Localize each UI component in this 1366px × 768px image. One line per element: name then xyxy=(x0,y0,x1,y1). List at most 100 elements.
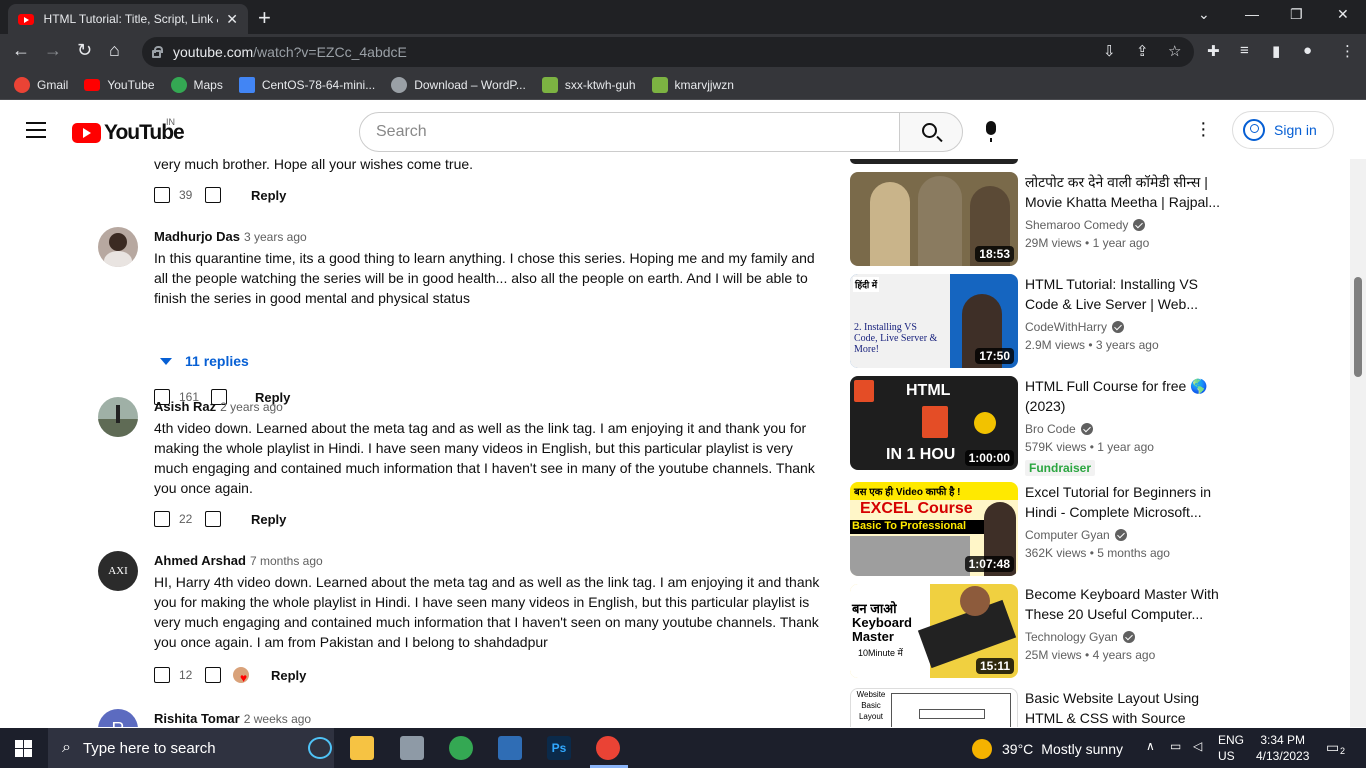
avatar[interactable]: R xyxy=(98,709,138,727)
channel-name[interactable]: Technology Gyan xyxy=(1025,630,1135,644)
video-thumbnail[interactable]: हिंदी में 2. Installing VS Code, Live Se… xyxy=(850,274,1018,368)
hamburger-menu-icon[interactable] xyxy=(26,122,46,138)
minimize-icon[interactable]: — xyxy=(1245,6,1259,22)
forward-icon[interactable]: → xyxy=(44,40,62,61)
reply-button[interactable]: Reply xyxy=(251,512,286,527)
dislike-icon[interactable] xyxy=(205,511,221,527)
bookmark-meet-2[interactable]: kmarvjjwzn xyxy=(651,76,734,93)
profile-icon[interactable]: ● xyxy=(1303,42,1312,59)
bookmark-wordpress[interactable]: Download – WordP... xyxy=(391,76,526,93)
video-thumbnail[interactable]: 18:53 xyxy=(850,172,1018,266)
like-icon[interactable] xyxy=(154,187,170,203)
scrollbar-thumb[interactable] xyxy=(1354,277,1362,377)
tab-search-icon[interactable]: ⌄ xyxy=(1198,6,1210,23)
restore-icon[interactable]: ❐ xyxy=(1290,6,1303,23)
bookmark-meet-1[interactable]: sxx-ktwh-guh xyxy=(541,76,636,93)
video-title[interactable]: Become Keyboard Master With These 20 Use… xyxy=(1025,584,1225,624)
system-clock[interactable]: 3:34 PM 4/13/2023 xyxy=(1256,732,1309,764)
like-icon[interactable] xyxy=(154,667,170,683)
lock-icon[interactable] xyxy=(152,46,163,58)
avatar[interactable]: AXI xyxy=(98,551,138,591)
search-button[interactable] xyxy=(899,112,963,152)
video-title[interactable]: Basic Website Layout Using HTML & CSS wi… xyxy=(1025,688,1225,727)
language-indicator[interactable]: ENG US xyxy=(1218,732,1244,764)
avatar[interactable] xyxy=(98,227,138,267)
video-title[interactable]: Excel Tutorial for Beginners in Hindi - … xyxy=(1025,482,1225,522)
comment-time[interactable]: 2 years ago xyxy=(220,400,283,414)
video-title[interactable]: लोटपोट कर देने वाली कॉमेडी सीन्स | Movie… xyxy=(1025,172,1225,212)
sign-in-button[interactable]: Sign in xyxy=(1232,111,1334,149)
close-window-icon[interactable]: ✕ xyxy=(1337,6,1349,23)
comment-author[interactable]: Madhurjo Das 3 years ago xyxy=(154,229,307,244)
comment-time[interactable]: 3 years ago xyxy=(244,230,307,244)
close-tab-icon[interactable]: ✕ xyxy=(226,11,238,28)
bookmark-star-icon[interactable]: ☆ xyxy=(1168,42,1181,60)
volume-muted-icon[interactable]: ◁ xyxy=(1193,739,1202,753)
calculator-icon[interactable] xyxy=(400,736,424,760)
photoshop-icon[interactable]: Ps xyxy=(547,736,571,760)
app-icon[interactable] xyxy=(498,736,522,760)
dislike-icon[interactable] xyxy=(205,187,221,203)
channel-name[interactable]: Computer Gyan xyxy=(1025,528,1127,542)
related-video-item[interactable]: 18:53 लोटपोट कर देने वाली कॉमेडी सीन्स |… xyxy=(850,172,1340,268)
avatar[interactable] xyxy=(98,397,138,437)
bookmark-maps[interactable]: Maps xyxy=(170,76,223,93)
chrome-active-icon[interactable] xyxy=(596,736,620,760)
reading-list-icon[interactable]: ≡ xyxy=(1240,42,1249,59)
comment-author[interactable]: Rishita Tomar 2 weeks ago xyxy=(154,711,311,726)
weather-sun-icon xyxy=(972,739,992,759)
channel-name[interactable]: Shemaroo Comedy xyxy=(1025,218,1146,232)
related-video-item[interactable]: बन जाओ Keyboard Master 10Minute में 15:1… xyxy=(850,584,1340,680)
weather-widget[interactable]: 39°C Mostly sunny xyxy=(972,739,1123,759)
related-video-item[interactable]: HTML IN 1 HOU 1:00:00 HTML Full Course f… xyxy=(850,376,1340,476)
view-replies-button[interactable]: 11 replies xyxy=(160,353,249,369)
video-thumbnail[interactable]: बन जाओ Keyboard Master 10Minute में 15:1… xyxy=(850,584,1018,678)
page-scrollbar[interactable] xyxy=(1350,159,1366,727)
search-input[interactable]: Search xyxy=(359,112,901,152)
comment-author[interactable]: Ahmed Arshad 7 months ago xyxy=(154,553,323,568)
reply-button[interactable]: Reply xyxy=(251,188,286,203)
browser-tab[interactable]: HTML Tutorial: Title, Script, Link & Met… xyxy=(8,4,248,34)
chrome-menu-icon[interactable]: ⋮ xyxy=(1340,42,1355,60)
network-icon[interactable]: ▭ xyxy=(1170,739,1181,753)
comment-time[interactable]: 7 months ago xyxy=(250,554,323,568)
settings-menu-icon[interactable]: · · · xyxy=(1200,113,1207,145)
taskbar-search-input[interactable]: ⌕ Type here to search xyxy=(48,728,334,768)
comment-time[interactable]: 2 weeks ago xyxy=(244,712,311,726)
windows-start-icon[interactable] xyxy=(15,740,32,757)
install-icon[interactable]: ⇩ xyxy=(1103,42,1116,60)
share-icon[interactable]: ⇪ xyxy=(1136,42,1149,60)
channel-name[interactable]: CodeWithHarry xyxy=(1025,320,1125,334)
side-panel-icon[interactable]: ▮ xyxy=(1272,42,1280,60)
url-path: /watch?v=EZCc_4abdcE xyxy=(253,44,407,60)
reload-icon[interactable]: ↻ xyxy=(77,40,92,61)
video-thumbnail[interactable]: HTML IN 1 HOU 1:00:00 xyxy=(850,376,1018,470)
related-video-item[interactable]: बस एक ही Video काफी है ! EXCEL Course Ba… xyxy=(850,482,1340,578)
address-bar[interactable]: youtube.com/watch?v=EZCc_4abdcE xyxy=(142,37,1194,67)
reply-button[interactable]: Reply xyxy=(271,668,306,683)
back-icon[interactable]: ← xyxy=(12,40,30,61)
related-video-item[interactable]: हिंदी में 2. Installing VS Code, Live Se… xyxy=(850,274,1340,370)
video-thumbnail[interactable]: Website Basic Layout xyxy=(850,688,1018,727)
show-hidden-icons-icon[interactable]: ∧ xyxy=(1146,739,1155,753)
comment-author[interactable]: Asish Raz 2 years ago xyxy=(154,399,283,414)
video-title[interactable]: HTML Full Course for free 🌎 (2023) xyxy=(1025,376,1225,416)
extensions-icon[interactable]: ✚ xyxy=(1207,42,1220,60)
related-video-item[interactable]: Website Basic Layout Basic Website Layou… xyxy=(850,688,1340,727)
bookmark-gmail[interactable]: Gmail xyxy=(14,76,68,93)
voice-search-icon[interactable] xyxy=(986,121,996,142)
home-icon[interactable]: ⌂ xyxy=(109,40,120,61)
bookmark-centos[interactable]: CentOS-78-64-mini... xyxy=(238,76,375,93)
chrome-icon[interactable] xyxy=(449,736,473,760)
dislike-icon[interactable] xyxy=(205,667,221,683)
bookmark-youtube[interactable]: YouTube xyxy=(84,78,155,92)
file-explorer-icon[interactable] xyxy=(350,736,374,760)
notifications-icon[interactable]: ▭ xyxy=(1326,739,1339,756)
video-thumbnail[interactable]: बस एक ही Video काफी है ! EXCEL Course Ba… xyxy=(850,482,1018,576)
new-tab-button[interactable]: + xyxy=(258,5,271,31)
channel-name[interactable]: Bro Code xyxy=(1025,422,1093,436)
video-title[interactable]: HTML Tutorial: Installing VS Code & Live… xyxy=(1025,274,1225,314)
like-icon[interactable] xyxy=(154,511,170,527)
youtube-icon xyxy=(84,78,101,91)
bing-icon[interactable] xyxy=(308,737,332,759)
